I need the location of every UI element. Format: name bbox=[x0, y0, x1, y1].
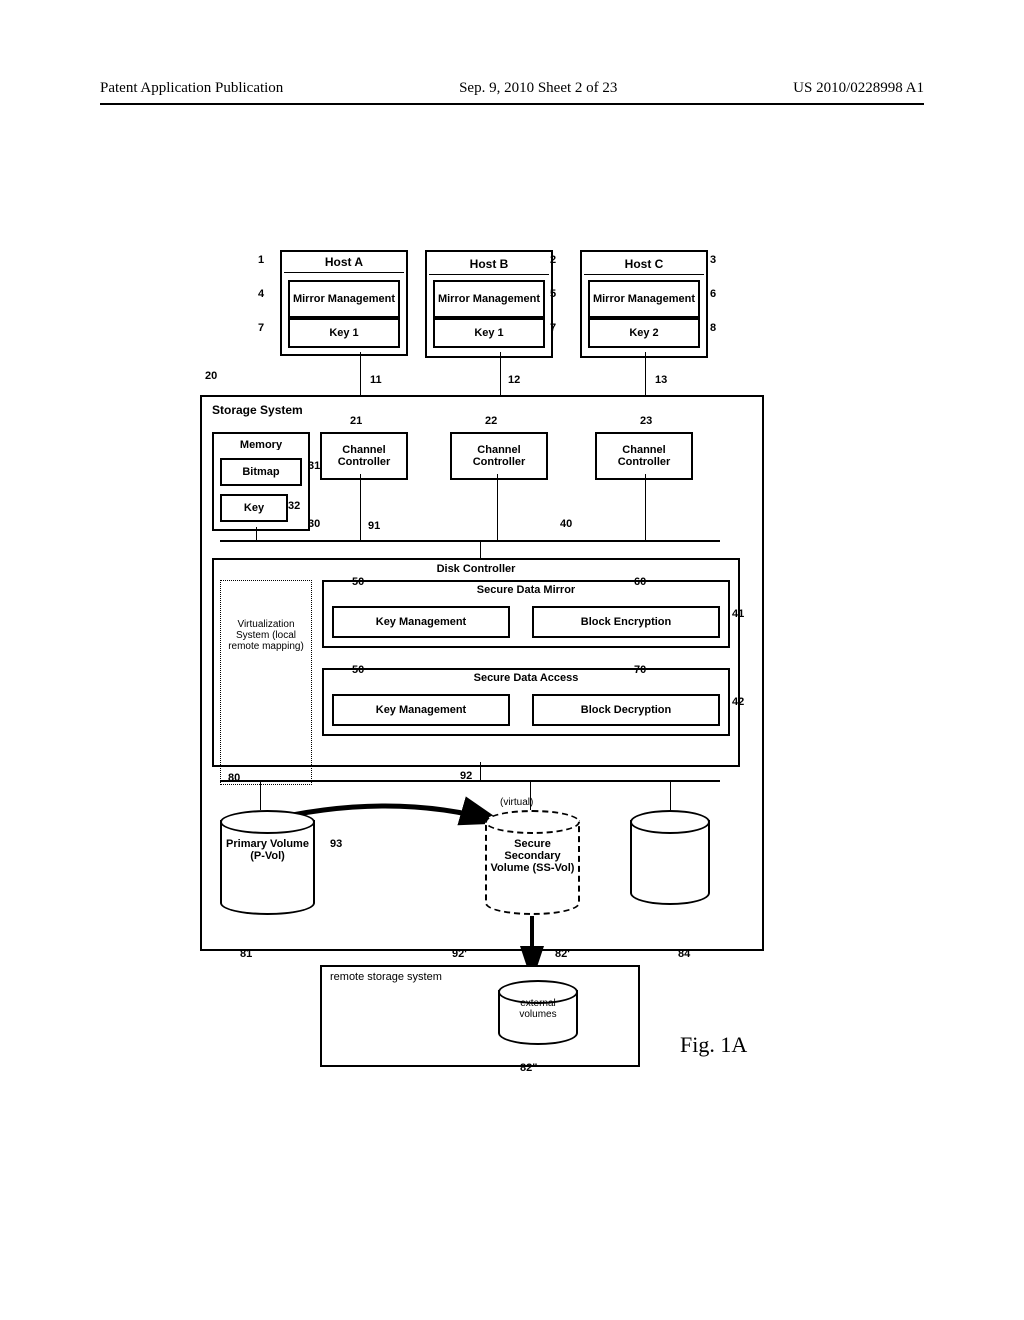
ref-key-c: 8 bbox=[710, 322, 716, 334]
cc3-wire bbox=[645, 474, 646, 540]
host-c-mirror-management: Mirror Management bbox=[588, 280, 700, 318]
ssvol-label: Secure Secondary Volume (SS-Vol) bbox=[489, 838, 576, 874]
cc2-wire bbox=[497, 474, 498, 540]
ref-be: 60 bbox=[634, 576, 646, 588]
ref-link-a: 11 bbox=[370, 374, 382, 386]
primary-volume-cylinder: Primary Volume (P-Vol) bbox=[220, 810, 315, 915]
ref-host-c: 3 bbox=[710, 254, 716, 266]
block-encryption: Block Encryption bbox=[532, 606, 720, 638]
ref-cc3: 23 bbox=[640, 415, 652, 427]
ref-memory: 30 bbox=[308, 518, 320, 530]
ref-sda: 42 bbox=[732, 696, 744, 708]
virtual-label: (virtual) bbox=[500, 797, 533, 808]
ref-bus-bot: 92 bbox=[460, 770, 472, 782]
ref-km1: 50 bbox=[352, 576, 364, 588]
host-a-mirror-management: Mirror Management bbox=[288, 280, 400, 318]
ref-link-b: 12 bbox=[508, 374, 520, 386]
block-decryption: Block Decryption bbox=[532, 694, 720, 726]
bitmap: Bitmap bbox=[220, 458, 302, 486]
key-management-2: Key Management bbox=[332, 694, 510, 726]
header-left: Patent Application Publication bbox=[100, 80, 283, 97]
host-a-key: Key 1 bbox=[288, 318, 400, 348]
host-c-title: Host C bbox=[584, 254, 704, 275]
ref-mm-b: 5 bbox=[550, 288, 556, 300]
channel-controller-2: Channel Controller bbox=[450, 432, 548, 480]
ref-sdm: 41 bbox=[732, 608, 744, 620]
ssvol-cylinder: Secure Secondary Volume (SS-Vol) bbox=[485, 810, 580, 915]
ref-key-a: 7 bbox=[258, 322, 264, 334]
channel-controller-1: Channel Controller bbox=[320, 432, 408, 480]
key: Key bbox=[220, 494, 288, 522]
ref-bitmap: 31 bbox=[308, 460, 320, 472]
ref-arrow: 93 bbox=[330, 838, 342, 850]
ref-mm-a: 4 bbox=[258, 288, 264, 300]
disk-controller-label: Disk Controller bbox=[437, 563, 516, 575]
host-a-title: Host A bbox=[284, 252, 404, 273]
header-center: Sep. 9, 2010 Sheet 2 of 23 bbox=[459, 80, 617, 97]
remote-storage-label: remote storage system bbox=[330, 971, 442, 983]
remote-storage-system: remote storage system bbox=[320, 965, 640, 1067]
dc-to-bus bbox=[480, 762, 481, 780]
ref-dc: 40 bbox=[560, 518, 572, 530]
ref-storage-system: 20 bbox=[205, 370, 217, 382]
extra-cylinder bbox=[630, 810, 710, 905]
storage-system-label: Storage System bbox=[212, 403, 303, 417]
page-header: Patent Application Publication Sep. 9, 2… bbox=[100, 80, 924, 105]
virtualization-label: Virtualization System (local remote mapp… bbox=[228, 619, 304, 652]
header-right: US 2010/0228998 A1 bbox=[793, 80, 924, 97]
ref-ssvol: 82' bbox=[555, 948, 570, 960]
external-volumes-cylinder: external volumes bbox=[498, 980, 578, 1045]
ref-key: 32 bbox=[288, 500, 300, 512]
ref-virt: 80 bbox=[228, 772, 240, 784]
external-volumes-label: external volumes bbox=[502, 998, 574, 1020]
ref-cc1: 21 bbox=[350, 415, 362, 427]
figure-label: Fig. 1A bbox=[680, 1032, 747, 1058]
host-b-title: Host B bbox=[429, 254, 549, 275]
bus-top bbox=[220, 540, 720, 542]
ref-cc2: 22 bbox=[485, 415, 497, 427]
ref-link-c: 13 bbox=[655, 374, 667, 386]
sdm-label: Secure Data Mirror bbox=[477, 584, 575, 596]
w-pvol bbox=[260, 782, 261, 810]
ref-mm-c: 6 bbox=[710, 288, 716, 300]
ref-km2: 50 bbox=[352, 664, 364, 676]
host-b-key: Key 1 bbox=[433, 318, 545, 348]
virtualization-system: Virtualization System (local remote mapp… bbox=[220, 580, 312, 785]
key-management-1: Key Management bbox=[332, 606, 510, 638]
ref-bd: 70 bbox=[634, 664, 646, 676]
channel-controller-3: Channel Controller bbox=[595, 432, 693, 480]
figure-diagram: Host A Mirror Management Key 1 Host B Mi… bbox=[200, 250, 780, 1080]
host-c-key: Key 2 bbox=[588, 318, 700, 348]
mem-wire bbox=[256, 527, 257, 540]
ref-bus-top: 91 bbox=[368, 520, 380, 532]
ref-bus-bot2: 92' bbox=[452, 948, 467, 960]
cc1-wire bbox=[360, 474, 361, 540]
ref-pvol: 81 bbox=[240, 948, 252, 960]
w-cyl3 bbox=[670, 782, 671, 810]
ref-cyl3: 84 bbox=[678, 948, 690, 960]
pvol-label: Primary Volume (P-Vol) bbox=[224, 838, 311, 862]
ref-ext-vol: 82" bbox=[520, 1062, 537, 1074]
ref-host-a: 1 bbox=[258, 254, 264, 266]
sda-label: Secure Data Access bbox=[474, 672, 579, 684]
ref-key-b: 7 bbox=[550, 322, 556, 334]
ref-host-b: 2 bbox=[550, 254, 556, 266]
host-b-mirror-management: Mirror Management bbox=[433, 280, 545, 318]
